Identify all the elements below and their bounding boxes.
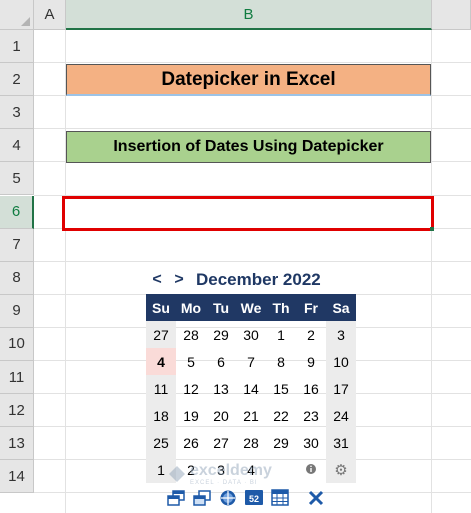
calendar-day[interactable]: 29 [206, 321, 236, 348]
calendar-day[interactable]: 16 [296, 375, 326, 402]
select-all-corner[interactable] [0, 0, 34, 30]
calendar-day[interactable]: 4 [146, 348, 176, 375]
calendar-day[interactable]: 9 [296, 348, 326, 375]
datepicker: < > December 2022 Su Mo Tu We Th Fr Sa 27 28 29 3… [146, 268, 356, 483]
row-header-14[interactable]: 14 [0, 460, 34, 494]
next-month-button[interactable]: > [168, 271, 190, 289]
svg-text:52: 52 [248, 494, 258, 504]
weekday-header: We [236, 294, 266, 321]
active-cell-b6[interactable] [62, 196, 434, 231]
prev-month-button[interactable]: < [146, 271, 168, 289]
calendar-day[interactable]: 27 [146, 321, 176, 348]
subtitle-cell[interactable]: Insertion of Dates Using Datepicker [66, 131, 431, 163]
weekday-header: Sa [326, 294, 356, 321]
column-header-b[interactable]: B [66, 0, 432, 30]
calendar-day[interactable]: 28 [236, 429, 266, 456]
info-cell [296, 456, 326, 483]
calendar-day[interactable]: 10 [326, 348, 356, 375]
calendar-day[interactable]: 17 [326, 375, 356, 402]
exceldemy-logo-icon [169, 466, 185, 482]
globe-icon[interactable] [217, 488, 238, 507]
weekday-header: Tu [206, 294, 236, 321]
calendar-grid: Su Mo Tu We Th Fr Sa 27 28 29 30 1 2 3 4 5 6 7 8 9 10 11 12 13… [146, 294, 356, 483]
close-icon[interactable] [305, 488, 326, 507]
row-header-5[interactable]: 5 [0, 162, 34, 196]
calendar-day[interactable]: 25 [146, 429, 176, 456]
calendar-day[interactable]: 12 [176, 375, 206, 402]
row-header-3[interactable]: 3 [0, 96, 34, 130]
calendar-day[interactable]: 29 [266, 429, 296, 456]
fill-handle[interactable] [430, 227, 434, 231]
calendar-day[interactable]: 22 [266, 402, 296, 429]
row-header-13[interactable]: 13 [0, 427, 34, 461]
window-icon[interactable] [191, 488, 212, 507]
calendar-day[interactable]: 8 [266, 348, 296, 375]
calendar-day[interactable]: 15 [266, 375, 296, 402]
restore-window-icon[interactable] [165, 488, 186, 507]
settings-cell: ⚙ [326, 456, 356, 483]
calendar-day[interactable]: 18 [146, 402, 176, 429]
title-cell[interactable]: Datepicker in Excel [66, 64, 431, 96]
calendar-day[interactable]: 27 [206, 429, 236, 456]
row-header-6[interactable]: 6 [0, 195, 34, 229]
calendar-day[interactable]: 30 [296, 429, 326, 456]
row-header-7[interactable]: 7 [0, 228, 34, 262]
spreadsheet: A B 1 2 3 4 5 6 7 8 9 10 11 12 13 14 Datepicker in Ex… [0, 0, 471, 513]
calendar-day[interactable]: 19 [176, 402, 206, 429]
watermark-tagline: EXCEL · DATA · BI [190, 480, 258, 486]
calendar-day[interactable]: 3 [326, 321, 356, 348]
calendar-day[interactable]: 26 [176, 429, 206, 456]
row-header-8[interactable]: 8 [0, 261, 34, 295]
calendar-day[interactable]: 13 [206, 375, 236, 402]
weekday-header: Fr [296, 294, 326, 321]
datepicker-header: < > December 2022 [146, 268, 356, 292]
row-header-9[interactable]: 9 [0, 294, 34, 328]
info-icon[interactable] [305, 463, 317, 475]
weekday-header: Mo [176, 294, 206, 321]
row-header-2[interactable]: 2 [0, 63, 34, 97]
row-header-10[interactable]: 10 [0, 327, 34, 361]
calendar-day[interactable]: 28 [176, 321, 206, 348]
month-label: December 2022 [196, 270, 321, 289]
row-header-1[interactable]: 1 [0, 30, 34, 64]
calendar-day[interactable]: 6 [206, 348, 236, 375]
calendar-day[interactable]: 2 [296, 321, 326, 348]
calendar-day[interactable]: 31 [326, 429, 356, 456]
watermark: exceldemy EXCEL · DATA · BI [168, 462, 272, 486]
week-52-icon[interactable]: 52 [243, 488, 264, 507]
datepicker-toolbar: 52 [165, 488, 326, 507]
calendar-day[interactable]: 5 [176, 348, 206, 375]
weekday-header: Su [146, 294, 176, 321]
calendar-day[interactable]: 23 [296, 402, 326, 429]
watermark-name: exceldemy [190, 462, 272, 479]
column-header-c[interactable] [432, 0, 471, 30]
row-header-11[interactable]: 11 [0, 361, 34, 395]
calendar-day[interactable]: 7 [236, 348, 266, 375]
weekday-header: Th [266, 294, 296, 321]
calendar-grid-icon[interactable] [269, 488, 290, 507]
calendar-day[interactable]: 11 [146, 375, 176, 402]
calendar-day[interactable]: 30 [236, 321, 266, 348]
calendar-day[interactable]: 21 [236, 402, 266, 429]
calendar-day[interactable]: 24 [326, 402, 356, 429]
column-header-a[interactable]: A [34, 0, 66, 30]
calendar-day[interactable]: 20 [206, 402, 236, 429]
row-header-4[interactable]: 4 [0, 129, 34, 163]
calendar-day[interactable]: 1 [266, 321, 296, 348]
gear-icon[interactable]: ⚙ [334, 462, 347, 479]
row-header-12[interactable]: 12 [0, 394, 34, 428]
calendar-day[interactable]: 14 [236, 375, 266, 402]
